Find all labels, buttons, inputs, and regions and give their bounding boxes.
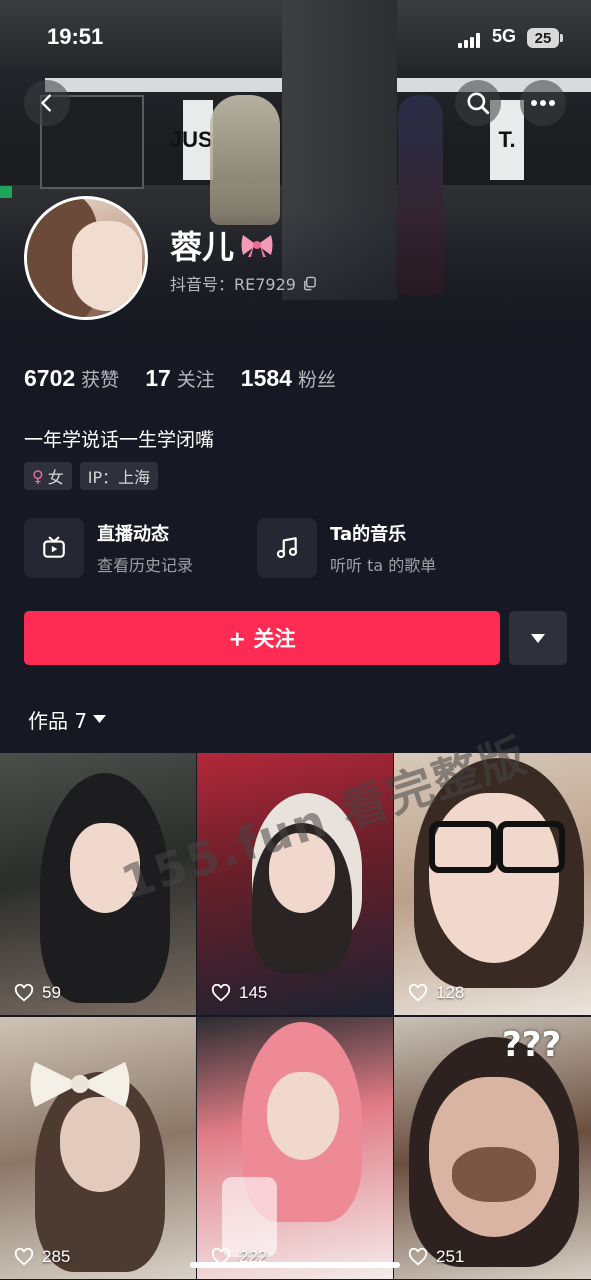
cover-sign-left: JUST xyxy=(170,100,226,180)
video-thumb-face xyxy=(269,833,335,913)
female-icon: ♀ xyxy=(32,466,44,486)
douyin-id-text: 抖音号：RE7929 xyxy=(170,275,296,294)
cover-figure xyxy=(210,95,280,225)
profile-bio: 一年学说话一生学闭嘴 xyxy=(24,429,215,451)
music-entry[interactable]: Ta的音乐 听听 ta 的歌单 xyxy=(257,518,436,578)
live-entry-subtitle: 查看历史记录 xyxy=(97,556,194,575)
search-button[interactable] xyxy=(455,80,501,126)
signal-icon xyxy=(458,32,484,48)
stat-label: 关注 xyxy=(176,369,215,391)
video-like-count: 145 xyxy=(239,983,268,1002)
heart-icon xyxy=(408,984,428,1002)
heart-icon xyxy=(14,984,34,1002)
video-tile[interactable]: 128 xyxy=(394,753,591,1015)
video-likes: 128 xyxy=(408,983,464,1003)
network-type: 5G xyxy=(492,26,517,46)
profile-name: 蓉儿 xyxy=(170,222,274,268)
gender-tag: ♀ 女 xyxy=(24,462,72,490)
video-like-count: 251 xyxy=(436,1247,465,1266)
video-like-count: 285 xyxy=(42,1247,71,1266)
follow-button[interactable]: + 关注 xyxy=(24,611,500,665)
live-history-entry[interactable]: 直播动态 查看历史记录 xyxy=(24,518,193,578)
live-entry-title: 直播动态 xyxy=(97,524,169,545)
tv-icon xyxy=(43,536,65,558)
more-actions-button[interactable] xyxy=(509,611,567,665)
video-likes: 251 xyxy=(408,1247,464,1267)
battery-icon: 25 xyxy=(527,28,563,48)
glasses-icon xyxy=(429,821,497,873)
status-bar: 19:51 5G 25 xyxy=(0,22,591,56)
stat-following[interactable]: 17 关注 xyxy=(145,365,215,392)
status-time: 19:51 xyxy=(47,24,104,49)
bow-icon xyxy=(241,235,273,257)
stat-label: 粉丝 xyxy=(297,369,336,391)
battery-level: 25 xyxy=(534,29,552,47)
cover-light-strip xyxy=(45,78,282,92)
home-indicator[interactable] xyxy=(190,1262,400,1268)
more-dots-icon xyxy=(531,100,555,106)
video-tile[interactable]: 285 xyxy=(0,1017,196,1279)
music-entry-icon-box xyxy=(257,518,317,578)
cover-exit-light xyxy=(0,186,12,198)
douyin-id[interactable]: 抖音号：RE7929 xyxy=(170,271,317,295)
drink-cup xyxy=(222,1177,277,1257)
stat-followers[interactable]: 1584 粉丝 xyxy=(241,365,336,392)
ip-text: IP：上海 xyxy=(87,468,151,487)
avatar-face xyxy=(72,221,142,311)
profile-stats: 6702 获赞 17 关注 1584 粉丝 xyxy=(24,365,336,392)
video-like-count: 59 xyxy=(42,983,61,1002)
stat-value: 6702 xyxy=(24,365,76,391)
back-button[interactable] xyxy=(24,80,70,126)
tab-works[interactable]: 作品 7 xyxy=(28,705,107,734)
video-tile[interactable]: 145 xyxy=(197,753,393,1015)
music-note-icon xyxy=(276,537,298,559)
music-entry-subtitle: 听听 ta 的歌单 xyxy=(330,556,437,575)
video-tile[interactable]: 59 xyxy=(0,753,196,1015)
stat-likes[interactable]: 6702 获赞 xyxy=(24,365,119,392)
video-like-count: 128 xyxy=(436,983,465,1002)
gender-text: 女 xyxy=(47,468,64,487)
video-tile[interactable]: 222 xyxy=(197,1017,393,1279)
heart-icon xyxy=(211,984,231,1002)
video-tile[interactable]: ??? 251 xyxy=(394,1017,591,1279)
video-likes: 285 xyxy=(14,1247,70,1267)
question-marks-icon: ??? xyxy=(502,1025,562,1065)
glasses-icon xyxy=(497,821,565,873)
ip-tag: IP：上海 xyxy=(79,462,159,490)
copy-icon[interactable] xyxy=(302,276,317,291)
video-thumb-face xyxy=(70,823,140,913)
chevron-left-icon xyxy=(41,94,51,112)
profile-tags: ♀ 女 IP：上海 xyxy=(24,462,159,490)
filter-nose xyxy=(452,1147,536,1202)
stat-value: 17 xyxy=(145,365,171,391)
video-grid: 59 145 128 285 222 ??? 251 xyxy=(0,753,591,1279)
avatar[interactable] xyxy=(24,196,148,320)
profile-nickname: 蓉儿 xyxy=(170,228,235,266)
caret-down-icon xyxy=(93,715,107,723)
profile-card: 6702 获赞 17 关注 1584 粉丝 一年学说话一生学闭嘴 ♀ 女 IP：上海 … xyxy=(0,343,591,1280)
heart-icon xyxy=(14,1248,34,1266)
video-thumb-face xyxy=(267,1072,339,1160)
video-thumb-face xyxy=(429,793,559,963)
stat-label: 获赞 xyxy=(81,369,120,391)
caret-down-icon xyxy=(531,633,545,643)
music-entry-title: Ta的音乐 xyxy=(330,524,407,545)
more-button[interactable] xyxy=(520,80,566,126)
works-tab-label: 作品 7 xyxy=(28,709,88,733)
video-likes: 145 xyxy=(211,983,267,1003)
live-entry-icon-box xyxy=(24,518,84,578)
stat-value: 1584 xyxy=(240,365,292,391)
search-icon xyxy=(467,92,490,115)
video-likes: 59 xyxy=(14,983,61,1003)
heart-icon xyxy=(408,1248,428,1266)
bow-icon xyxy=(30,1062,130,1107)
